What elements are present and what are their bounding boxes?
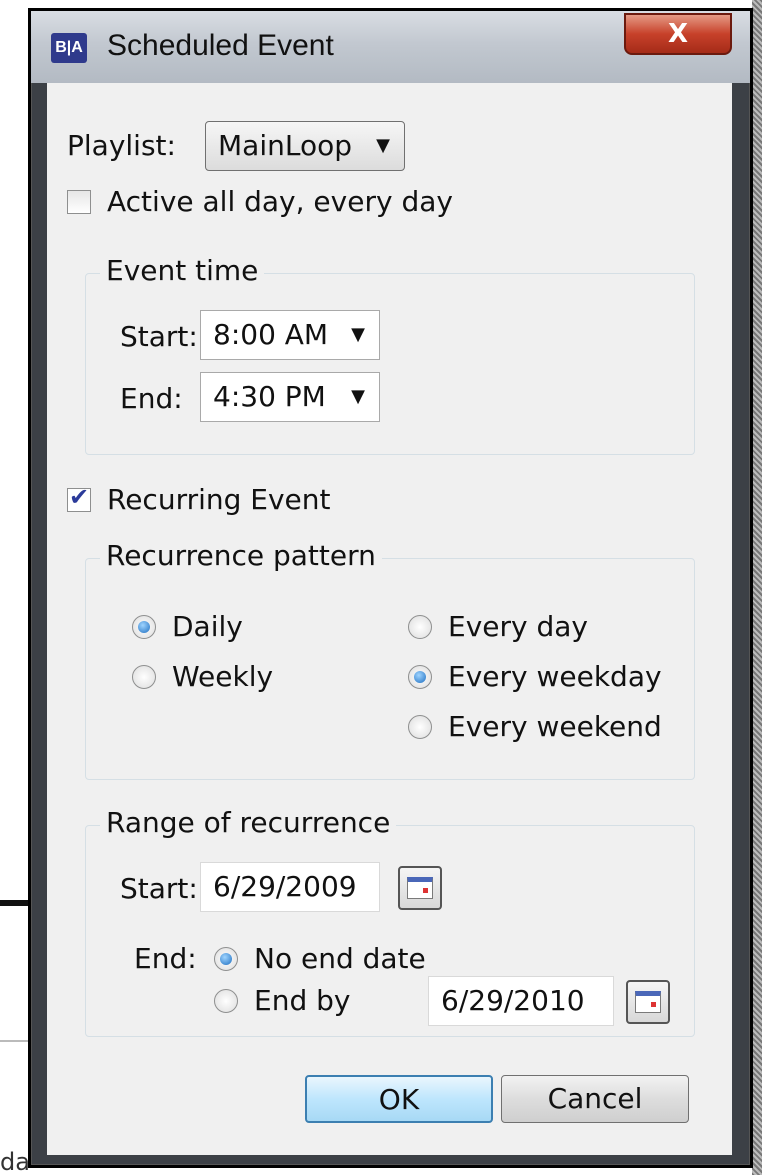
recurrence-pattern-group: Recurrence pattern Daily Weekly Every da… [85,539,695,780]
every-weekday-label[interactable]: Every weekday [448,660,662,693]
chevron-down-icon: ▼ [376,135,390,156]
weekly-radio[interactable] [132,665,156,689]
end-by-radio[interactable] [214,989,238,1013]
playlist-dropdown[interactable]: MainLoop ▼ [205,121,405,171]
every-weekday-radio[interactable] [408,665,432,689]
calendar-icon [635,991,661,1013]
range-start-calendar-button[interactable] [398,866,442,910]
end-by-calendar-button[interactable] [626,980,670,1024]
close-button[interactable]: X [624,13,732,55]
window-title: Scheduled Event [107,29,334,62]
calendar-icon [407,877,433,899]
event-start-label: Start: [120,320,198,353]
daily-label[interactable]: Daily [172,610,243,643]
recurring-event-label[interactable]: Recurring Event [107,483,331,516]
recurring-event-checkbox[interactable]: ✔ [67,483,91,512]
background-scroll-strip [752,0,762,1175]
range-start-label: Start: [120,872,198,905]
chevron-down-icon: ▼ [351,386,365,407]
scheduled-event-dialog: B|A Scheduled Event X Playlist: MainLoop… [28,8,753,1168]
every-weekend-radio[interactable] [408,715,432,739]
dialog-body: Playlist: MainLoop ▼ Active all day, eve… [47,83,732,1155]
event-end-value: 4:30 PM [213,380,326,413]
title-bar[interactable]: B|A Scheduled Event X [31,11,750,83]
event-end-label: End: [120,382,183,415]
active-all-day-label[interactable]: Active all day, every day [107,185,453,218]
end-by-label[interactable]: End by [254,984,350,1017]
playlist-value: MainLoop [218,129,352,162]
range-title: Range of recurrence [100,806,397,839]
ok-button[interactable]: OK [305,1075,493,1123]
every-day-radio[interactable] [408,615,432,639]
event-time-group: Event time Start: 8:00 AM ▼ End: 4:30 PM… [85,254,695,455]
every-day-label[interactable]: Every day [448,610,588,643]
active-all-day-checkbox[interactable] [67,190,91,214]
range-start-input[interactable]: 6/29/2009 [200,862,380,912]
cancel-button[interactable]: Cancel [501,1075,689,1123]
weekly-label[interactable]: Weekly [172,660,273,693]
playlist-label: Playlist: [67,129,176,162]
every-weekend-label[interactable]: Every weekend [448,710,662,743]
no-end-date-label[interactable]: No end date [254,942,426,975]
event-end-dropdown[interactable]: 4:30 PM ▼ [200,372,380,422]
event-start-value: 8:00 AM [213,318,329,351]
chevron-down-icon: ▼ [351,324,365,345]
event-start-dropdown[interactable]: 8:00 AM ▼ [200,310,380,360]
range-of-recurrence-group: Range of recurrence Start: 6/29/2009 End… [85,806,695,1037]
checkmark-icon: ✔ [69,483,90,511]
range-end-label: End: [134,942,197,975]
background-fragment-text: da [0,1148,30,1176]
daily-radio[interactable] [132,615,156,639]
event-time-title: Event time [100,254,265,287]
app-icon: B|A [51,33,87,63]
recurrence-pattern-title: Recurrence pattern [100,539,382,572]
end-by-input[interactable]: 6/29/2010 [428,976,614,1026]
no-end-date-radio[interactable] [214,947,238,971]
